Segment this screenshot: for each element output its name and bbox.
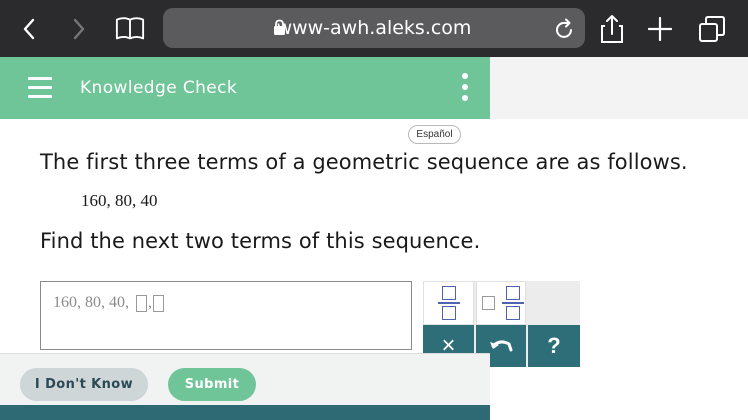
mixed-number-button[interactable]: [476, 281, 526, 325]
fraction-icon: [438, 286, 460, 320]
question-statement: The first three terms of a geometric seq…: [40, 150, 688, 174]
browser-toolbar: www-awh.aleks.com: [0, 0, 748, 57]
mixed-fraction-icon: [502, 286, 524, 320]
footer-strip: [0, 405, 490, 420]
language-toggle-button[interactable]: Español: [408, 125, 461, 144]
question-prompt: Find the next two terms of this sequence…: [40, 229, 481, 253]
whole-part-box: [482, 296, 495, 310]
answer-content: 160, 80, 40, ,: [53, 294, 165, 312]
fraction-button[interactable]: [423, 281, 474, 325]
dont-know-button[interactable]: I Don't Know: [20, 368, 148, 401]
reload-icon[interactable]: [555, 17, 575, 44]
more-options-icon[interactable]: [458, 73, 472, 103]
undo-icon: [490, 340, 513, 352]
share-icon[interactable]: [597, 14, 627, 44]
back-icon[interactable]: [14, 14, 44, 44]
sequence-terms: 160, 80, 40: [81, 191, 158, 210]
answer-prefix: 160, 80, 40,: [53, 294, 129, 311]
bookmarks-icon[interactable]: [115, 14, 145, 44]
address-bar[interactable]: www-awh.aleks.com: [163, 8, 585, 48]
header-background-gap: [490, 57, 748, 119]
new-tab-icon[interactable]: [645, 14, 675, 44]
tabs-icon[interactable]: [697, 14, 727, 44]
help-icon: ?: [547, 333, 561, 358]
app-header: Knowledge Check: [0, 57, 490, 119]
help-button[interactable]: ?: [528, 325, 580, 367]
url-text: www-awh.aleks.com: [276, 17, 472, 39]
hamburger-menu-icon[interactable]: [28, 77, 52, 99]
answer-separator: ,: [148, 294, 152, 311]
answer-blank-2[interactable]: [153, 294, 164, 312]
submit-button[interactable]: Submit: [168, 368, 256, 401]
answer-input[interactable]: 160, 80, 40, ,: [40, 281, 412, 350]
answer-blank-1[interactable]: [136, 294, 147, 312]
forward-icon[interactable]: [64, 14, 94, 44]
header-title: Knowledge Check: [80, 78, 238, 98]
